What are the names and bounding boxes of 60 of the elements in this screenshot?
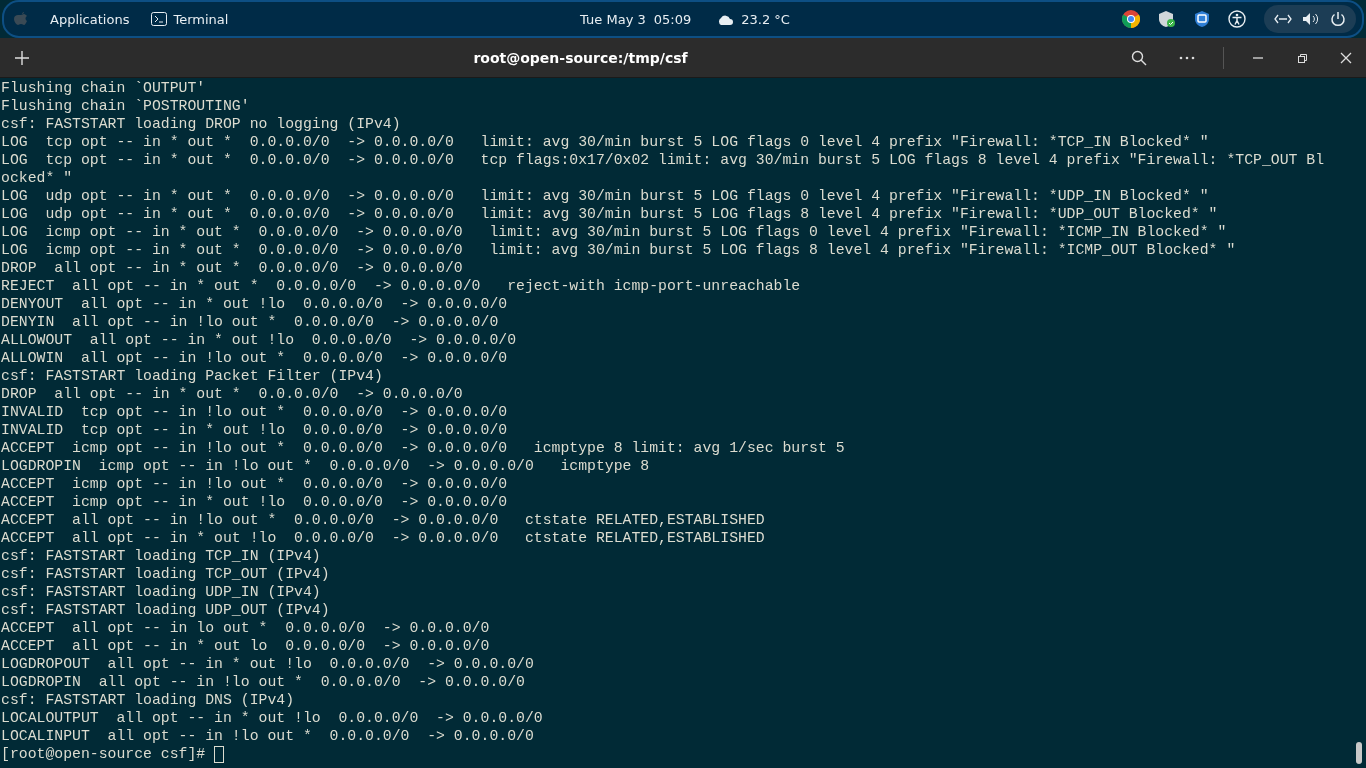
- terminal-output-line: ACCEPT icmp opt -- in * out !lo 0.0.0.0/0 -> 0.0.0.0/0: [1, 493, 508, 511]
- terminal-output-line: LOG udp opt -- in * out * 0.0.0.0/0 -> 0.0.0.0/0 limit: avg 30/min burst 5 LOG flags 8 level 4 prefix "Firewall: *UDP_OUT Blocked* ": [1, 205, 1218, 223]
- terminal-output-line: ALLOWIN all opt -- in !lo out * 0.0.0.0/0 -> 0.0.0.0/0: [1, 349, 508, 367]
- terminal-output-line: LOG udp opt -- in * out * 0.0.0.0/0 -> 0.0.0.0/0 limit: avg 30/min burst 5 LOG flags 0 level 4 prefix "Firewall: *UDP_IN Blocked* ": [1, 187, 1209, 205]
- terminal-output-line: LOG icmp opt -- in * out * 0.0.0.0/0 -> 0.0.0.0/0 limit: avg 30/min burst 5 LOG flags 0 level 4 prefix "Firewall: *ICMP_IN Blocked* ": [1, 223, 1227, 241]
- network-icon[interactable]: [1274, 14, 1292, 24]
- plus-icon: [14, 49, 30, 66]
- terminal-output-line: LOG icmp opt -- in * out * 0.0.0.0/0 -> 0.0.0.0/0 limit: avg 30/min burst 5 LOG flags 8 level 4 prefix "Firewall: *ICMP_OUT Blocked* ": [1, 241, 1236, 259]
- accessibility-icon[interactable]: [1228, 10, 1246, 28]
- terminal-output-line: LOGDROPIN all opt -- in !lo out * 0.0.0.0/0 -> 0.0.0.0/0: [1, 673, 525, 691]
- terminal-output-line: csf: FASTSTART loading TCP_OUT (IPv4): [1, 565, 330, 583]
- terminal-output-line: csf: FASTSTART loading DROP no logging (IPv4): [1, 115, 401, 133]
- terminal-output-line: ACCEPT all opt -- in !lo out * 0.0.0.0/0 -> 0.0.0.0/0 ctstate RELATED,ESTABLISHED: [1, 511, 765, 529]
- terminal-output-line: INVALID tcp opt -- in !lo out * 0.0.0.0/0 -> 0.0.0.0/0: [1, 403, 508, 421]
- volume-icon[interactable]: [1302, 12, 1320, 26]
- terminal-output-line: ACCEPT icmp opt -- in !lo out * 0.0.0.0/0 -> 0.0.0.0/0 icmptype 8 limit: avg 1/sec burst 5: [1, 439, 845, 457]
- terminal-output-line: ACCEPT icmp opt -- in !lo out * 0.0.0.0/0 -> 0.0.0.0/0: [1, 475, 508, 493]
- terminal-output-line: INVALID tcp opt -- in * out !lo 0.0.0.0/0 -> 0.0.0.0/0: [1, 421, 508, 439]
- shield-check-icon[interactable]: [1158, 10, 1176, 28]
- applications-menu[interactable]: Applications: [50, 11, 130, 27]
- date-label[interactable]: Tue May 3: [580, 11, 646, 27]
- terminal-output-line: LOG tcp opt -- in * out * 0.0.0.0/0 -> 0.0.0.0/0 limit: avg 30/min burst 5 LOG flags 0 level 4 prefix "Firewall: *TCP_IN Blocked* ": [1, 133, 1209, 151]
- terminal-output-line: ACCEPT all opt -- in * out lo 0.0.0.0/0 -> 0.0.0.0/0: [1, 637, 490, 655]
- terminal-output-line: LOCALINPUT all opt -- in !lo out * 0.0.0.0/0 -> 0.0.0.0/0: [1, 727, 534, 745]
- terminal-output-line: csf: FASTSTART loading UDP_OUT (IPv4): [1, 601, 330, 619]
- text-cursor: [214, 745, 225, 763]
- terminal-output-line: csf: FASTSTART loading DNS (IPv4): [1, 691, 295, 709]
- terminal-output-line: Flushing chain `OUTPUT': [1, 79, 206, 97]
- shell-prompt: [root@open-source csf]#: [1, 745, 206, 763]
- terminal-output-line: csf: FASTSTART loading TCP_IN (IPv4): [1, 547, 321, 565]
- terminal-icon: [151, 12, 168, 26]
- scrollbar-thumb[interactable]: [1356, 742, 1362, 764]
- chrome-icon[interactable]: [1122, 10, 1140, 28]
- terminal-output-line: ocked* ": [1, 169, 73, 187]
- terminal-output-line: csf: FASTSTART loading UDP_IN (IPv4): [1, 583, 321, 601]
- terminal-output-line: LOG tcp opt -- in * out * 0.0.0.0/0 -> 0.0.0.0/0 tcp flags:0x17/0x02 limit: avg 30/min burst 5 LOG flags 8 level 4 prefix "Firewall: *TCP_OUT Bl: [1, 151, 1325, 169]
- terminal-output-line: DENYOUT all opt -- in * out !lo 0.0.0.0/0 -> 0.0.0.0/0: [1, 295, 508, 313]
- shield-icon[interactable]: [1194, 10, 1210, 28]
- cloud-icon: [717, 13, 734, 25]
- terminal-output-line: LOGDROPOUT all opt -- in * out !lo 0.0.0.0/0 -> 0.0.0.0/0: [1, 655, 534, 673]
- window-title: root@open-source:/tmp/csf: [472, 49, 689, 66]
- restore-icon: [1296, 51, 1308, 64]
- terminal-output-line: DROP all opt -- in * out * 0.0.0.0/0 -> 0.0.0.0/0: [1, 259, 463, 277]
- more-options-icon: [1179, 55, 1195, 60]
- terminal-output-line: DROP all opt -- in * out * 0.0.0.0/0 -> 0.0.0.0/0: [1, 385, 463, 403]
- terminal-output-line: LOGDROPIN icmp opt -- in !lo out * 0.0.0.0/0 -> 0.0.0.0/0 icmptype 8: [1, 457, 650, 475]
- terminal-output-line: ALLOWOUT all opt -- in * out !lo 0.0.0.0/0 -> 0.0.0.0/0: [1, 331, 516, 349]
- power-icon[interactable]: [1330, 11, 1346, 27]
- terminal-output-line: Flushing chain `POSTROUTING': [1, 97, 250, 115]
- terminal-output-line: csf: FASTSTART loading Packet Filter (IPv4): [1, 367, 383, 385]
- active-app-label[interactable]: Terminal: [173, 11, 229, 27]
- search-icon: [1131, 49, 1147, 66]
- terminal-output-line: ACCEPT all opt -- in lo out * 0.0.0.0/0 -> 0.0.0.0/0: [1, 619, 490, 637]
- terminal-output-line: LOCALOUTPUT all opt -- in * out !lo 0.0.0.0/0 -> 0.0.0.0/0: [1, 709, 543, 727]
- terminal-output-line: ACCEPT all opt -- in * out !lo 0.0.0.0/0 -> 0.0.0.0/0 ctstate RELATED,ESTABLISHED: [1, 529, 765, 547]
- terminal-output-line: DENYIN all opt -- in !lo out * 0.0.0.0/0 -> 0.0.0.0/0: [1, 313, 499, 331]
- clock-time[interactable]: 05:09: [653, 11, 692, 27]
- temperature-label[interactable]: 23.2 °C: [741, 11, 790, 27]
- terminal-output-line: REJECT all opt -- in * out * 0.0.0.0/0 -> 0.0.0.0/0 reject-with icmp-port-unreachable: [1, 277, 801, 295]
- close-icon: [1340, 51, 1352, 64]
